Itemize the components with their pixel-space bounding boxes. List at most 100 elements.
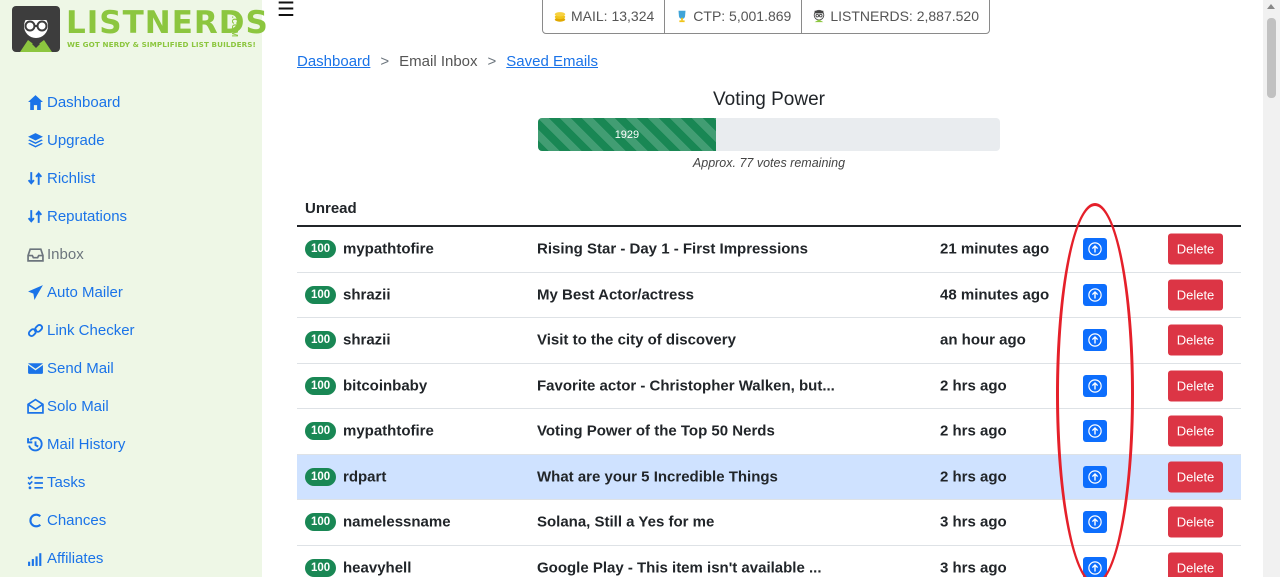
sidebar-item-upgrade[interactable]: Upgrade [26,121,135,159]
voting-power-progress-bar: 1929 [538,118,1000,151]
sender-username[interactable]: mypathtofire [343,241,434,258]
email-subject[interactable]: Favorite actor - Christopher Walken, but… [537,377,917,394]
score-badge: 100 [305,422,337,441]
sidebar-item-affiliates[interactable]: Affiliates [26,539,135,577]
nerd-logo-icon [12,6,60,52]
email-subject[interactable]: What are your 5 Incredible Things [537,468,917,485]
brand-domain-suffix: .COM [230,16,239,37]
table-row[interactable]: 100 shrazii My Best Actor/actress 48 minute… [297,273,1241,318]
score-badge: 100 [305,558,337,577]
breadcrumb-saved-emails-link[interactable]: Saved Emails [506,53,598,70]
email-table: Unread 100 mypathtofire Rising Star - Day … [297,190,1241,577]
listnerds-balance-text: LISTNERDS: 2,887.520 [830,8,979,24]
link-icon [26,321,44,339]
table-row[interactable]: 100 heavyhell Google Play - This item isn'… [297,546,1241,577]
sender-username[interactable]: shrazii [343,286,391,303]
sidebar-item-label: Chances [47,511,107,529]
delete-button[interactable]: Delete [1168,552,1223,577]
table-row[interactable]: 100 mypathtofire Voting Power of the Top 5… [297,409,1241,455]
email-time: 48 minutes ago [940,286,1050,304]
sidebar-item-link-checker[interactable]: Link Checker [26,311,135,349]
page-scrollbar[interactable] [1263,0,1280,577]
email-subject[interactable]: Visit to the city of discovery [537,332,917,349]
sidebar-item-solo-mail[interactable]: Solo Mail [26,387,135,425]
upvote-button[interactable] [1083,511,1107,534]
upvote-button[interactable] [1083,283,1107,306]
upvote-button[interactable] [1083,329,1107,352]
sidebar-item-label: Link Checker [47,321,135,339]
breadcrumb-separator: > [380,53,390,70]
logo[interactable]: LISTNERDS WE GOT NERDY & SIMPLIFIED LIST… [10,4,268,54]
email-time: 21 minutes ago [940,240,1050,258]
sidebar-item-mail-history[interactable]: Mail History [26,425,135,463]
upvote-button[interactable] [1083,374,1107,397]
sidebar-item-tasks[interactable]: Tasks [26,463,135,501]
table-row[interactable]: 100 namelessname Solana, Still a Yes for m… [297,500,1241,546]
coins-icon [554,12,566,22]
delete-button[interactable]: Delete [1168,370,1223,402]
scroll-up-arrow-icon[interactable] [1267,4,1275,9]
score-badge: 100 [305,331,337,350]
sidebar-item-chances[interactable]: Chances [26,501,135,539]
table-row[interactable]: 100 mypathtofire Rising Star - Day 1 - Fir… [297,227,1241,273]
mail-balance: MAIL: 13,324 [543,0,666,33]
arrow-up-icon [1088,515,1102,529]
score-badge: 100 [305,240,337,259]
home-icon [26,93,44,111]
sidebar-item-label: Inbox [47,245,84,263]
delete-button[interactable]: Delete [1168,506,1223,538]
trophy-icon [678,10,686,23]
delete-button[interactable]: Delete [1168,279,1223,311]
email-subject[interactable]: My Best Actor/actress [537,286,917,303]
sender-username[interactable]: mypathtofire [343,423,434,440]
score-badge: 100 [305,467,337,486]
menu-toggle-button[interactable]: ☰ [277,0,295,20]
upvote-button[interactable] [1083,420,1107,443]
sidebar-item-label: Dashboard [47,93,121,111]
sidebar-item-auto-mailer[interactable]: Auto Mailer [26,273,135,311]
sidebar: LISTNERDS WE GOT NERDY & SIMPLIFIED LIST… [0,0,268,577]
delete-button[interactable]: Delete [1168,324,1223,356]
sidebar-item-richlist[interactable]: Richlist [26,159,135,197]
sender-username[interactable]: bitcoinbaby [343,377,427,394]
history-icon [26,435,44,453]
voting-power-value: 1929 [614,128,640,141]
delete-button[interactable]: Delete [1168,461,1223,493]
scrollbar-thumb[interactable] [1267,18,1276,98]
sender-username[interactable]: shrazii [343,332,391,349]
nerd-face-icon [814,9,825,23]
sender-username[interactable]: heavyhell [343,559,411,576]
sidebar-item-inbox[interactable]: Inbox [26,235,135,273]
signal-icon [26,549,44,567]
tasks-icon [26,473,44,491]
sender-username[interactable]: namelessname [343,514,451,531]
table-row[interactable]: 100 bitcoinbaby Favorite actor - Christoph… [297,364,1241,409]
email-subject[interactable]: Rising Star - Day 1 - First Impressions [537,241,917,258]
table-row[interactable]: 100 shrazii Visit to the city of discovery… [297,318,1241,364]
arrow-up-icon [1088,379,1102,393]
upvote-button[interactable] [1083,238,1107,261]
sidebar-item-reputations[interactable]: Reputations [26,197,135,235]
email-subject[interactable]: Voting Power of the Top 50 Nerds [537,423,917,440]
table-row[interactable]: 100 rdpart What are your 5 Incredible Thin… [297,454,1241,500]
breadcrumb-separator: > [487,53,497,70]
sort-icon [26,207,44,225]
score-badge: 100 [305,376,337,395]
voting-power-title: Voting Power [713,89,825,110]
delete-button[interactable]: Delete [1168,233,1223,265]
delete-button[interactable]: Delete [1168,415,1223,447]
paper-plane-icon [26,283,44,301]
sidebar-item-dashboard[interactable]: Dashboard [26,83,135,121]
email-subject[interactable]: Google Play - This item isn't available … [537,559,917,576]
mail-balance-text: MAIL: 13,324 [571,8,655,24]
sender-username[interactable]: rdpart [343,468,386,485]
arrow-up-icon [1088,424,1102,438]
sidebar-item-send-mail[interactable]: Send Mail [26,349,135,387]
sidebar-item-label: Upgrade [47,131,105,149]
email-subject[interactable]: Solana, Still a Yes for me [537,514,917,531]
upvote-button[interactable] [1083,556,1107,577]
brand-tagline: WE GOT NERDY & SIMPLIFIED LIST BUILDERS! [67,40,256,49]
upvote-button[interactable] [1083,465,1107,488]
balance-bar: MAIL: 13,324 CTP: 5,001.869 LISTNERDS: 2… [542,0,990,34]
breadcrumb-dashboard-link[interactable]: Dashboard [297,53,370,70]
